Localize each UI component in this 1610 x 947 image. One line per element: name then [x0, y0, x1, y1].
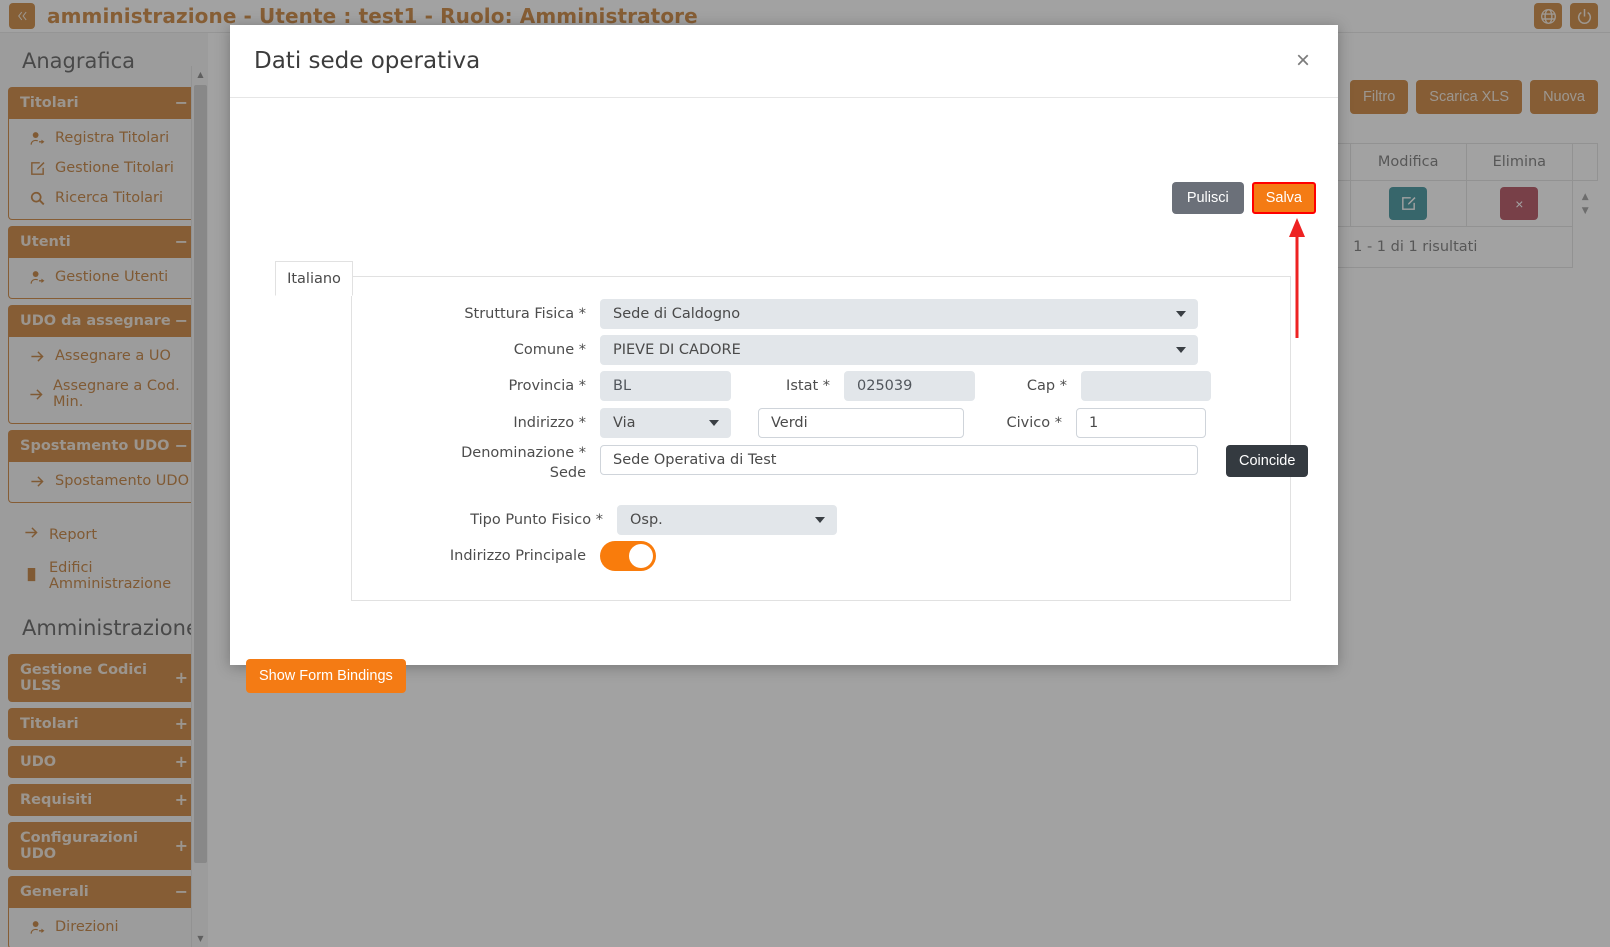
label-denominazione-line2: Sede — [352, 465, 586, 481]
field-comune: Comune * PIEVE DI CADORE — [352, 335, 1198, 365]
input-denominazione-sede[interactable]: Sede Operativa di Test — [600, 445, 1198, 475]
dati-sede-operativa-dialog: Dati sede operativa × Pulisci Salva Ital… — [230, 25, 1338, 665]
label-indirizzo: Indirizzo * — [352, 415, 600, 431]
field-indirizzo-row: Indirizzo * Via Verdi Civico * 1 — [352, 408, 1206, 438]
label-tipo-punto-fisico: Tipo Punto Fisico * — [352, 512, 617, 528]
label-cap: Cap * — [975, 378, 1081, 394]
field-struttura-fisica: Struttura Fisica * Sede di Caldogno — [352, 299, 1198, 329]
select-struttura-fisica[interactable]: Sede di Caldogno — [600, 299, 1198, 329]
select-comune-value: PIEVE DI CADORE — [613, 336, 741, 364]
input-civico[interactable]: 1 — [1076, 408, 1206, 438]
input-provincia[interactable]: BL — [600, 371, 731, 401]
field-provincia-row: Provincia * BL Istat * 025039 Cap * — [352, 371, 1211, 401]
select-indirizzo-tipo[interactable]: Via — [600, 408, 731, 438]
pulisci-button[interactable]: Pulisci — [1172, 182, 1244, 214]
salva-button[interactable]: Salva — [1252, 182, 1316, 214]
label-struttura-fisica: Struttura Fisica * — [352, 306, 600, 322]
label-civico: Civico * — [964, 415, 1076, 431]
coincide-button[interactable]: Coincide — [1226, 445, 1308, 477]
label-provincia: Provincia * — [352, 378, 600, 394]
select-comune[interactable]: PIEVE DI CADORE — [600, 335, 1198, 365]
label-indirizzo-principale: Indirizzo Principale — [352, 548, 600, 564]
label-istat: Istat * — [731, 378, 844, 394]
form-panel: Struttura Fisica * Sede di Caldogno Comu… — [351, 276, 1291, 601]
label-denominazione-line1: Denominazione * — [352, 445, 586, 461]
modal-title: Dati sede operativa — [254, 48, 480, 74]
label-comune: Comune * — [352, 342, 600, 358]
annotation-arrow — [1289, 218, 1305, 338]
chevron-down-icon — [1176, 311, 1186, 317]
select-struttura-fisica-value: Sede di Caldogno — [613, 300, 740, 328]
chevron-down-icon — [815, 517, 825, 523]
select-tipo-punto-fisico[interactable]: Osp. — [617, 505, 837, 535]
modal-action-bar: Pulisci Salva — [1172, 182, 1316, 214]
modal-header: Dati sede operativa × — [230, 25, 1338, 98]
input-indirizzo-nome[interactable]: Verdi — [758, 408, 964, 438]
toggle-indirizzo-principale[interactable] — [600, 541, 656, 571]
show-form-bindings-button[interactable]: Show Form Bindings — [246, 659, 406, 693]
close-icon[interactable]: × — [1292, 49, 1314, 73]
select-tipo-punto-fisico-value: Osp. — [630, 506, 663, 534]
select-indirizzo-tipo-value: Via — [613, 409, 636, 437]
modal-body: Pulisci Salva Italiano Struttura Fisica … — [230, 98, 1338, 665]
field-tipo-punto-fisico: Tipo Punto Fisico * Osp. — [352, 505, 837, 535]
field-indirizzo-principale: Indirizzo Principale — [352, 541, 656, 571]
field-denominazione-sede: Denominazione * Sede Sede Operativa di T… — [352, 445, 1308, 481]
tab-italiano[interactable]: Italiano — [275, 261, 353, 296]
chevron-down-icon — [1176, 347, 1186, 353]
input-cap[interactable] — [1081, 371, 1211, 401]
label-denominazione-sede: Denominazione * Sede — [352, 445, 600, 481]
chevron-down-icon — [709, 420, 719, 426]
input-istat[interactable]: 025039 — [844, 371, 975, 401]
